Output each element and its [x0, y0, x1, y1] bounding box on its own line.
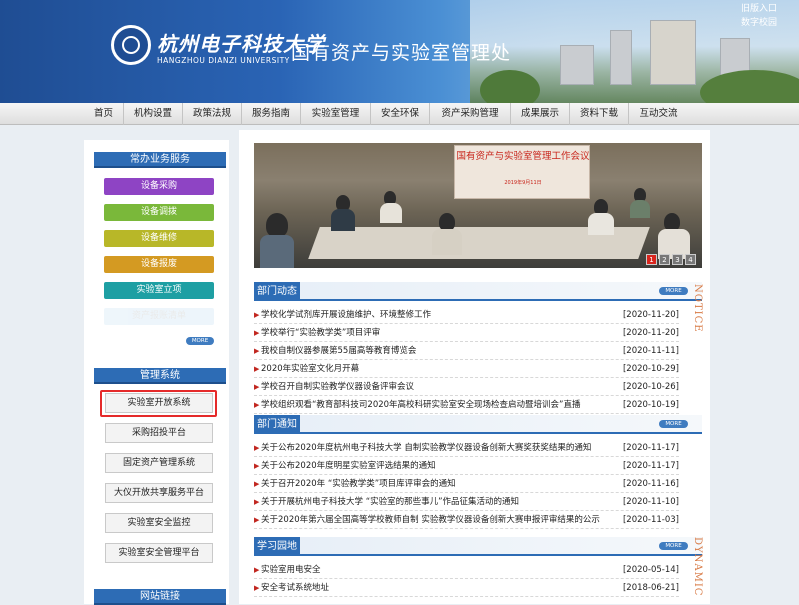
links-title: 网站链接 — [94, 589, 226, 605]
nav-service-guide[interactable]: 服务指南 — [242, 103, 301, 125]
university-logo — [111, 25, 151, 65]
header-banner: 杭州电子科技大学 HANGZHOU DIANZI UNIVERSITY 国有资产… — [0, 0, 799, 103]
list-item[interactable]: ▶ 安全考试系统地址 [2018-06-21] — [254, 579, 679, 597]
service-equipment-transfer[interactable]: 设备调拨 — [104, 204, 214, 221]
nav-policies[interactable]: 政策法规 — [183, 103, 242, 125]
list-item[interactable]: ▶ 关于公布2020年度杭州电子科技大学 自制实验教学仪器设备创新大赛奖获奖结果的… — [254, 439, 679, 457]
section-title-study[interactable]: 学习园地 — [254, 537, 300, 556]
notice-list: ▶ 关于公布2020年度杭州电子科技大学 自制实验教学仪器设备创新大赛奖获奖结果的… — [254, 439, 679, 529]
nav-home[interactable]: 首页 — [84, 103, 124, 125]
nav-achievements[interactable]: 成果展示 — [511, 103, 570, 125]
service-equipment-repair[interactable]: 设备维修 — [104, 230, 214, 247]
news-list: ▶ 学校化学试剂库开展设施维护、环境整修工作 [2020-11-20] ▶ 学校举行“… — [254, 306, 679, 414]
university-name-en: HANGZHOU DIANZI UNIVERSITY — [157, 56, 290, 65]
slide-page-3[interactable]: 3 — [672, 254, 683, 265]
list-item[interactable]: ▶ 学校举行“实验教学类”项目评审 [2020-11-20] — [254, 324, 679, 342]
news-more-button[interactable]: MORE — [659, 287, 688, 295]
list-item[interactable]: ▶ 学校召开自制实验教学仪器设备评审会议 [2020-10-26] — [254, 378, 679, 396]
screen-date: 2019年9月11日 — [504, 180, 542, 186]
service-lab-project[interactable]: 实验室立项 — [104, 282, 214, 299]
list-item[interactable]: ▶ 关于召开2020年 “实验教学类”项目库评审会的通知 [2020-11-16] — [254, 475, 679, 493]
service-equipment-scrap[interactable]: 设备报废 — [104, 256, 214, 273]
nav-procurement[interactable]: 资产采购管理 — [430, 103, 511, 125]
list-item[interactable]: ▶ 关于开展杭州电子科技大学 “实验室的那些事儿”作品征集活动的通知 [2020-1… — [254, 493, 679, 511]
list-item[interactable]: ▶ 我校自制仪器参展第55届高等教育博览会 [2020-11-11] — [254, 342, 679, 360]
sidebar: 常办业务服务 设备采购 设备调拨 设备维修 设备报废 实验室立项 资产报账清单 … — [84, 140, 229, 605]
nav-safety[interactable]: 安全环保 — [371, 103, 430, 125]
system-procurement-bidding[interactable]: 采购招投平台 — [105, 423, 213, 443]
nav-organization[interactable]: 机构设置 — [124, 103, 183, 125]
dynamic-side-label: DYNAMIC — [692, 537, 703, 597]
service-equipment-purchase[interactable]: 设备采购 — [104, 178, 214, 195]
services-more-button[interactable]: MORE — [186, 337, 214, 345]
system-lab-safety-monitor[interactable]: 实验室安全监控 — [105, 513, 213, 533]
section-title-notice[interactable]: 部门通知 — [254, 415, 300, 434]
notice-side-label: NOTICE — [692, 284, 703, 333]
system-lab-safety-platform[interactable]: 实验室安全管理平台 — [105, 543, 213, 563]
list-item[interactable]: ▶ 关于公布2020年度明星实验室评选结果的通知 [2020-11-17] — [254, 457, 679, 475]
section-header-notice: 部门通知 MORE — [254, 415, 702, 434]
notice-more-button[interactable]: MORE — [659, 420, 688, 428]
list-item[interactable]: ▶ 关于2020年第六届全国高等学校教师自制 实验教学仪器设备创新大赛申报评审结果… — [254, 511, 679, 529]
study-list: ▶ 实验室用电安全 [2020-05-14] ▶ 安全考试系统地址 [2018-06-2… — [254, 561, 679, 597]
digital-campus-link[interactable]: 数字校园 — [741, 16, 777, 30]
system-lab-open[interactable]: 实验室开放系统 — [105, 393, 213, 413]
main-nav: 首页 机构设置 政策法规 服务指南 实验室管理 安全环保 资产采购管理 成果展示… — [0, 103, 799, 125]
nav-lab-management[interactable]: 实验室管理 — [301, 103, 371, 125]
nav-interaction[interactable]: 互动交流 — [629, 103, 688, 125]
systems-title: 管理系统 — [94, 368, 226, 384]
slide-page-1[interactable]: 1 — [646, 254, 657, 265]
top-links: 旧版入口 数字校园 — [741, 2, 777, 30]
slide-page-2[interactable]: 2 — [659, 254, 670, 265]
study-more-button[interactable]: MORE — [659, 542, 688, 550]
nav-downloads[interactable]: 资料下载 — [570, 103, 629, 125]
news-slideshow[interactable]: 国有资产与实验室管理工作会议 2019年9月11日 1 2 3 4 — [254, 143, 702, 268]
list-item[interactable]: ▶ 2020年实验室文化月开幕 [2020-10-29] — [254, 360, 679, 378]
services-title: 常办业务服务 — [94, 152, 226, 168]
section-header-news: 部门动态 MORE — [254, 282, 702, 301]
old-version-link[interactable]: 旧版入口 — [741, 2, 777, 16]
section-title-news[interactable]: 部门动态 — [254, 282, 300, 301]
screen-title: 国有资产与实验室管理工作会议 — [456, 151, 590, 162]
system-large-instruments[interactable]: 大仪开放共享服务平台 — [105, 483, 213, 503]
list-item[interactable]: ▶ 实验室用电安全 [2020-05-14] — [254, 561, 679, 579]
slide-page-4[interactable]: 4 — [685, 254, 696, 265]
projection-screen: 国有资产与实验室管理工作会议 2019年9月11日 — [454, 145, 590, 199]
system-fixed-assets[interactable]: 固定资产管理系统 — [105, 453, 213, 473]
slideshow-pager: 1 2 3 4 — [646, 254, 696, 265]
list-item[interactable]: ▶ 学校化学试剂库开展设施维护、环境整修工作 [2020-11-20] — [254, 306, 679, 324]
service-asset-list[interactable]: 资产报账清单 — [104, 308, 214, 325]
section-header-study: 学习园地 MORE — [254, 537, 702, 556]
department-title: 国有资产与实验室管理处 — [291, 42, 512, 64]
list-item[interactable]: ▶ 学校组织观看“教育部科技司2020年高校科研实验室安全现场检查启动暨培训会”直… — [254, 396, 679, 414]
main-content: 国有资产与实验室管理工作会议 2019年9月11日 1 2 3 4 部门动态 M… — [239, 130, 710, 604]
